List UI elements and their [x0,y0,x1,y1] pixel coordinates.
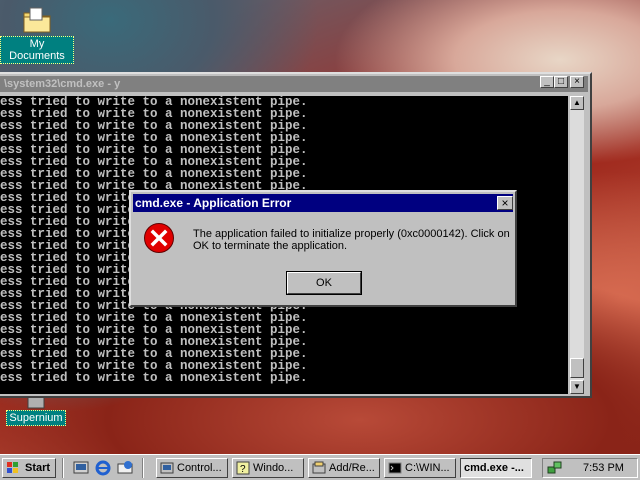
dialog-title-bar[interactable]: cmd.exe - Application Error [133,194,513,212]
dialog-close-button[interactable]: × [497,196,513,210]
start-button[interactable]: Start [2,458,56,478]
task-windows[interactable]: ? Windo... [232,458,304,478]
network-icon[interactable] [547,460,563,476]
console-title: \system32\cmd.exe - y [4,78,121,90]
close-button[interactable]: × [570,76,584,88]
dialog-title: cmd.exe - Application Error [135,196,292,210]
task-control-panel[interactable]: Control... [156,458,228,478]
desktop-icon-label: My Documents [0,36,74,64]
windows-logo-icon [7,462,18,473]
maximize-button[interactable]: □ [554,76,568,88]
task-label: cmd.exe -... [464,462,524,474]
dialog-message: The application failed to initialize pro… [193,228,510,252]
task-label: Add/Re... [329,462,375,474]
scroll-thumb[interactable] [570,358,584,378]
internet-explorer-icon[interactable] [94,459,112,477]
task-label: C:\WIN... [405,462,450,474]
ok-button[interactable]: OK [286,271,362,295]
folder-icon [23,7,51,33]
task-cmd-windows[interactable]: C:\WIN... [384,458,456,478]
error-dialog[interactable]: cmd.exe - Application Error × The applic… [129,190,517,307]
outlook-express-icon[interactable] [116,459,134,477]
start-label: Start [25,462,51,474]
control-panel-icon [160,462,174,474]
help-icon: ? [236,461,250,475]
task-add-remove[interactable]: Add/Re... [308,458,380,478]
add-remove-programs-icon [312,461,326,474]
desktop: My Documents Supernium \system32\cmd.exe… [0,0,640,454]
console-icon [388,462,402,474]
ok-button-label: OK [316,277,332,289]
task-cmd-exe[interactable]: cmd.exe -... [460,458,532,478]
console-title-bar[interactable]: \system32\cmd.exe - y [0,76,588,92]
clock[interactable]: 7:53 PM [583,461,624,476]
taskbar-separator [142,458,144,478]
task-label: Windo... [253,462,294,474]
minimize-button[interactable]: _ [540,76,554,88]
desktop-icon-my-documents[interactable]: My Documents [0,4,74,64]
show-desktop-icon[interactable] [72,459,90,477]
svg-text:?: ? [240,464,246,475]
taskbar-separator [62,458,64,478]
error-icon [144,223,174,253]
desktop-icon-label: Supernium [6,410,66,426]
console-line: ess tried to write to a nonexistent pipe… [0,371,308,385]
scroll-down-button[interactable]: ▼ [570,380,584,394]
desktop-icon-supernium[interactable]: Supernium [4,394,68,426]
scroll-up-button[interactable]: ▲ [570,96,584,110]
taskbar: Start Control... ? Windo... Add/Re... C:… [0,454,640,480]
task-label: Control... [177,462,222,474]
system-tray: 7:53 PM [542,458,638,478]
vertical-scrollbar[interactable]: ▲ ▼ [570,96,584,394]
